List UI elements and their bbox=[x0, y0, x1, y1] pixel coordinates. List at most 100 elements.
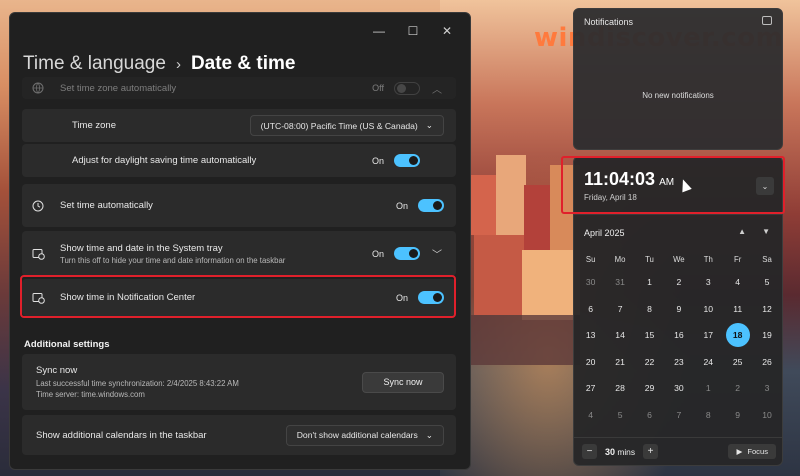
calendar-day[interactable]: 6 bbox=[576, 296, 605, 323]
setting-label: Show time and date in the System tray bbox=[60, 242, 223, 254]
chevron-right-icon: › bbox=[175, 55, 181, 73]
calendar-day[interactable]: 30 bbox=[576, 269, 605, 296]
calendar-day[interactable]: 3 bbox=[752, 375, 781, 402]
play-icon: ▶ bbox=[736, 447, 743, 456]
calendar-day[interactable]: 7 bbox=[605, 296, 634, 323]
sync-info: Sync now Last successful time synchroniz… bbox=[36, 365, 362, 399]
calendar-clock-icon bbox=[32, 248, 54, 260]
breadcrumb-parent[interactable]: Time & language bbox=[23, 53, 166, 75]
calendar-day[interactable]: 8 bbox=[635, 296, 664, 323]
focus-button[interactable]: ▶ Focus bbox=[728, 444, 776, 459]
calendar-day[interactable]: 16 bbox=[664, 322, 693, 349]
calendar-day[interactable]: 3 bbox=[694, 269, 723, 296]
setting-text: Show time and date in the System tray Tu… bbox=[54, 243, 372, 265]
setting-row-timezone-auto: Set time zone automatically Off ︿ bbox=[22, 77, 456, 99]
chevron-up-icon[interactable]: ︿ bbox=[430, 81, 444, 96]
decrease-focus-button[interactable]: − bbox=[582, 444, 597, 459]
setting-label: Show additional calendars in the taskbar bbox=[36, 429, 207, 441]
calendar-day[interactable]: 2 bbox=[664, 269, 693, 296]
no-notifications-text: No new notifications bbox=[642, 91, 714, 100]
calendar-day[interactable]: 19 bbox=[752, 322, 781, 349]
calendar-day[interactable]: 10 bbox=[694, 296, 723, 323]
time-auto-toggle[interactable] bbox=[418, 199, 444, 212]
maximize-icon[interactable]: ☐ bbox=[396, 19, 430, 43]
calendar-day[interactable]: 1 bbox=[635, 269, 664, 296]
calendar-day[interactable]: 11 bbox=[723, 296, 752, 323]
chevron-down-icon: ⌄ bbox=[425, 429, 433, 440]
setting-row-timezone: Time zone (UTC-08:00) Pacific Time (US &… bbox=[22, 109, 456, 142]
calendar-day[interactable]: 22 bbox=[635, 349, 664, 376]
system-tray-toggle[interactable] bbox=[394, 247, 420, 260]
focus-bar: − 30 mins + ▶ Focus bbox=[574, 437, 782, 465]
calendar-day[interactable]: 9 bbox=[664, 296, 693, 323]
weekday-label: Mo bbox=[614, 255, 626, 264]
calendar-day[interactable]: 21 bbox=[605, 349, 634, 376]
calendar-month[interactable]: April 2025 bbox=[584, 228, 625, 238]
calendar-day[interactable]: 4 bbox=[723, 269, 752, 296]
setting-row-dst: Adjust for daylight saving time automati… bbox=[22, 144, 456, 177]
setting-description: Turn this off to hide your time and date… bbox=[60, 255, 286, 265]
calendar-day[interactable]: 17 bbox=[694, 322, 723, 349]
weekday-label: We bbox=[673, 255, 685, 264]
weekday-label: Tu bbox=[645, 255, 654, 264]
additional-calendars-dropdown[interactable]: Don't show additional calendars ⌄ bbox=[285, 424, 444, 446]
chevron-down-icon[interactable]: ﹀ bbox=[430, 246, 444, 261]
highlight-box bbox=[561, 156, 785, 214]
calendar-day[interactable]: 2 bbox=[723, 375, 752, 402]
calendar-day[interactable]: 30 bbox=[664, 375, 693, 402]
close-icon[interactable]: ✕ bbox=[430, 19, 464, 43]
calendar-day[interactable]: 9 bbox=[723, 402, 752, 429]
calendar-day[interactable]: 20 bbox=[576, 349, 605, 376]
calendar-day[interactable]: 5 bbox=[752, 269, 781, 296]
calendar-day[interactable]: 27 bbox=[576, 375, 605, 402]
setting-label: Set time automatically bbox=[60, 200, 153, 211]
settings-window: — ☐ ✕ Time & language › Date & time Set … bbox=[9, 12, 471, 470]
timezone-auto-toggle[interactable] bbox=[394, 81, 420, 95]
clock-icon bbox=[32, 200, 54, 212]
calendar-day[interactable]: 12 bbox=[752, 296, 781, 323]
calendar-day[interactable]: 1 bbox=[694, 375, 723, 402]
increase-focus-button[interactable]: + bbox=[643, 444, 659, 459]
previous-month-icon[interactable]: ▲ bbox=[738, 227, 746, 236]
calendar-day[interactable]: 25 bbox=[723, 349, 752, 376]
focus-minutes: 30 bbox=[605, 446, 616, 457]
weekday-label: Fr bbox=[733, 255, 742, 264]
calendar-day[interactable]: 14 bbox=[605, 322, 634, 349]
calendar-day[interactable]: 6 bbox=[635, 402, 664, 429]
weekday-label: Sa bbox=[762, 255, 772, 264]
sync-now-button[interactable]: Sync now bbox=[362, 371, 444, 393]
calendar-day[interactable]: 8 bbox=[694, 402, 723, 429]
calendar-day[interactable]: 26 bbox=[752, 349, 781, 376]
calendar-day[interactable]: 5 bbox=[605, 402, 634, 429]
calendar-day[interactable]: 10 bbox=[752, 402, 781, 429]
window-controls: — ☐ ✕ bbox=[362, 19, 464, 43]
focus-duration: 30 mins bbox=[605, 447, 635, 457]
calendar-day[interactable]: 15 bbox=[635, 322, 664, 349]
dst-toggle[interactable] bbox=[394, 154, 420, 167]
dnd-icon[interactable] bbox=[762, 16, 772, 25]
setting-row-additional-calendars: Show additional calendars in the taskbar… bbox=[22, 415, 456, 455]
additional-settings-heading: Additional settings bbox=[24, 339, 110, 350]
calendar-day[interactable]: 31 bbox=[605, 269, 634, 296]
sync-last: Last successful time synchronization: 2/… bbox=[36, 379, 239, 388]
chevron-down-icon: ⌄ bbox=[425, 120, 433, 130]
setting-label: Adjust for daylight saving time automati… bbox=[72, 155, 257, 166]
calendar-grid: Su Mo Tu We Th Fr Sa 30 31 1 2 3 4 5 6 7 8 9 10 11 12 13 14 15… bbox=[576, 251, 782, 428]
timezone-dropdown[interactable]: (UTC-08:00) Pacific Time (US & Canada) ⌄ bbox=[249, 115, 444, 136]
calendar-day[interactable]: 7 bbox=[664, 402, 693, 429]
setting-row-system-tray: Show time and date in the System tray Tu… bbox=[22, 231, 456, 276]
calendar-day[interactable]: 23 bbox=[664, 349, 693, 376]
calendar-day[interactable]: 24 bbox=[694, 349, 723, 376]
minimize-icon[interactable]: — bbox=[362, 19, 396, 43]
calendar-day[interactable]: 18 bbox=[723, 322, 752, 349]
calendar-day[interactable]: 4 bbox=[576, 402, 605, 429]
setting-label: Set time zone automatically bbox=[60, 82, 177, 94]
next-month-icon[interactable]: ▼ bbox=[762, 227, 770, 236]
calendar-day[interactable]: 28 bbox=[605, 375, 634, 402]
focus-unit: mins bbox=[617, 446, 636, 457]
weekday-header: Su Mo Tu We Th Fr Sa bbox=[576, 251, 782, 269]
calendar-day[interactable]: 13 bbox=[576, 322, 605, 349]
calendar-day[interactable]: 29 bbox=[635, 375, 664, 402]
globe-icon bbox=[32, 82, 54, 94]
toggle-state: On bbox=[371, 155, 384, 166]
